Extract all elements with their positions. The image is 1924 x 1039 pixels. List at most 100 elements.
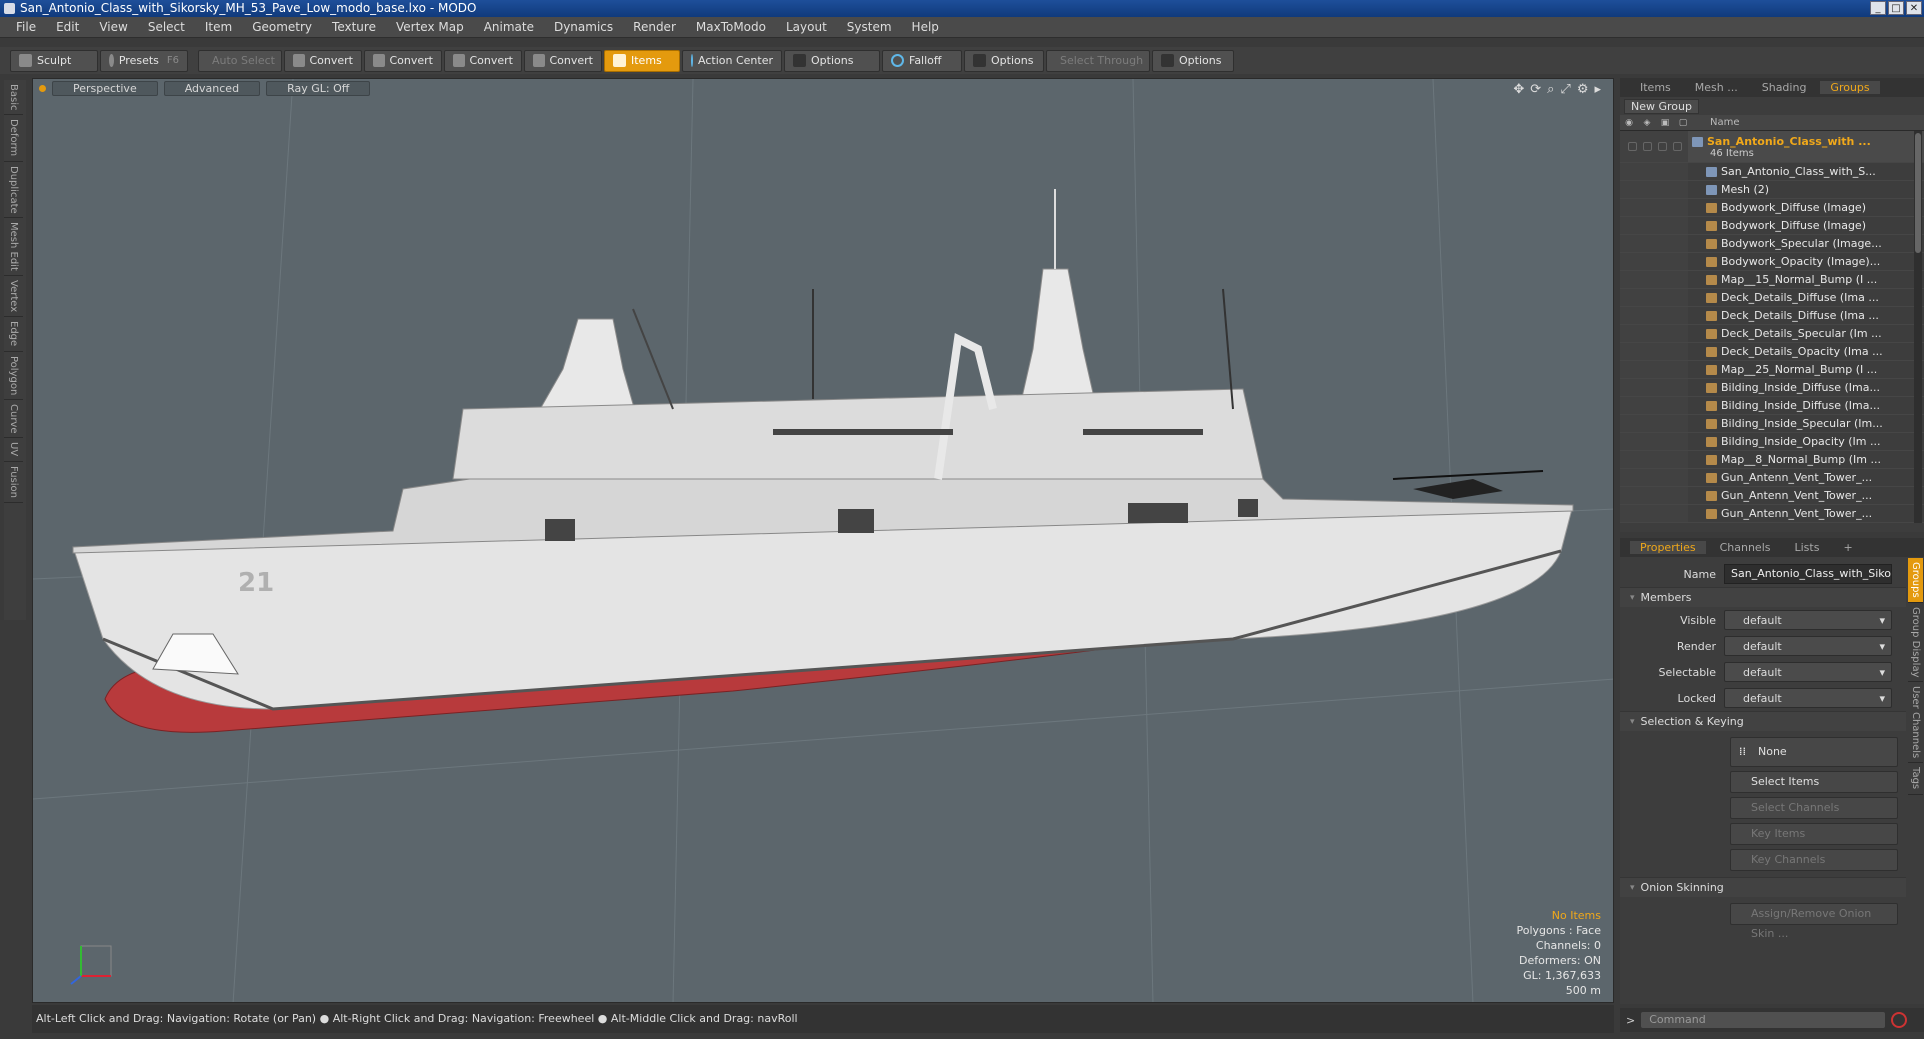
group-child-row[interactable]: Deck_Details_Opacity (Ima ... <box>1620 343 1924 361</box>
action-center-button[interactable]: Action Center <box>682 49 782 72</box>
menu-edit[interactable]: Edit <box>46 20 89 34</box>
group-child-row[interactable]: Bodywork_Diffuse (Image) <box>1620 199 1924 217</box>
view-type-button[interactable]: Perspective <box>52 80 158 96</box>
key-channels-button[interactable]: Key Channels <box>1730 849 1898 871</box>
tab-channels[interactable]: Channels <box>1710 541 1781 554</box>
zoom-icon[interactable]: ⌕ <box>1547 82 1554 97</box>
menu-maxtomodo[interactable]: MaxToModo <box>686 20 776 34</box>
menu-help[interactable]: Help <box>902 20 949 34</box>
group-child-row[interactable]: Map__25_Normal_Bump (I ... <box>1620 361 1924 379</box>
group-child-row[interactable]: Gun_Antenn_Vent_Tower_... <box>1620 487 1924 505</box>
close-button[interactable]: ✕ <box>1906 1 1922 15</box>
raygl-button[interactable]: Ray GL: Off <box>266 80 371 96</box>
render-dropdown[interactable]: default ▾ <box>1724 636 1892 656</box>
tab-shading[interactable]: Shading <box>1752 81 1817 94</box>
menu-geometry[interactable]: Geometry <box>242 20 322 34</box>
group-child-row[interactable]: Mesh (2) <box>1620 181 1924 199</box>
tab-vertex[interactable]: Vertex <box>4 276 23 318</box>
group-child-row[interactable]: Map__15_Normal_Bump (I ... <box>1620 271 1924 289</box>
menu-file[interactable]: File <box>6 20 46 34</box>
maximize-icon[interactable]: ⤢ <box>1560 82 1570 97</box>
onion-skinning-section[interactable]: Onion Skinning <box>1620 877 1906 897</box>
key-items-button[interactable]: Key Items <box>1730 823 1898 845</box>
3d-viewport[interactable]: 21 Perspective Advanced Ray GL: Off ✥ ⟳ … <box>32 78 1614 1003</box>
members-section[interactable]: Members <box>1620 587 1906 607</box>
menu-render[interactable]: Render <box>623 20 686 34</box>
group-child-row[interactable]: Bilding_Inside_Specular (Im... <box>1620 415 1924 433</box>
side-tab-user-channels[interactable]: User Channels <box>1908 682 1923 764</box>
tab-properties[interactable]: Properties <box>1630 541 1706 554</box>
group-child-row[interactable]: Gun_Antenn_Vent_Tower_... <box>1620 505 1924 523</box>
pan-icon[interactable]: ✥ <box>1513 82 1524 97</box>
tab-fusion[interactable]: Fusion <box>4 462 23 503</box>
presets-button[interactable]: Presets F6 <box>100 49 188 72</box>
rotate-icon[interactable]: ⟳ <box>1530 82 1541 97</box>
falloff-button[interactable]: Falloff <box>882 49 962 72</box>
tab-deform[interactable]: Deform <box>4 115 23 162</box>
side-tab-tags[interactable]: Tags <box>1908 763 1923 795</box>
tab-curve[interactable]: Curve <box>4 400 23 439</box>
record-macro-icon[interactable] <box>1891 1012 1908 1028</box>
tab-items[interactable]: Items <box>1630 81 1681 94</box>
convert-materials-button[interactable]: Convert <box>524 49 602 72</box>
select-options-button[interactable]: Options <box>1152 49 1234 72</box>
tab-basic[interactable]: Basic <box>4 80 23 116</box>
menu-select[interactable]: Select <box>138 20 195 34</box>
sculpt-button[interactable]: Sculpt <box>10 49 98 72</box>
tab-mesh-edit[interactable]: Mesh Edit <box>4 218 23 277</box>
tree-scrollbar[interactable] <box>1914 131 1922 523</box>
group-child-row[interactable]: Bilding_Inside_Diffuse (Ima... <box>1620 379 1924 397</box>
group-child-row[interactable]: Deck_Details_Diffuse (Ima ... <box>1620 307 1924 325</box>
group-child-row[interactable]: Gun_Antenn_Vent_Tower_... <box>1620 469 1924 487</box>
shading-mode-button[interactable]: Advanced <box>163 80 261 96</box>
items-mode-button[interactable]: Items <box>604 49 680 72</box>
new-group-button[interactable]: New Group <box>1624 98 1699 114</box>
visible-dropdown[interactable]: default ▾ <box>1724 610 1892 630</box>
auto-select-button[interactable]: Auto Select <box>198 49 282 72</box>
group-root-row[interactable]: San_Antonio_Class_with ... 46 Items <box>1620 131 1924 163</box>
selectable-dropdown[interactable]: default ▾ <box>1724 662 1892 682</box>
group-child-row[interactable]: Bodywork_Opacity (Image)... <box>1620 253 1924 271</box>
action-center-options-button[interactable]: Options <box>784 49 880 72</box>
group-child-row[interactable]: Map__8_Normal_Bump (Im ... <box>1620 451 1924 469</box>
command-input[interactable]: Command <box>1641 1012 1886 1028</box>
selection-keying-section[interactable]: Selection & Keying <box>1620 711 1906 731</box>
group-child-row[interactable]: Bodywork_Specular (Image... <box>1620 235 1924 253</box>
group-child-row[interactable]: Bilding_Inside_Opacity (Im ... <box>1620 433 1924 451</box>
viewport-menu-dot[interactable] <box>39 84 46 92</box>
falloff-options-button[interactable]: Options <box>964 49 1044 72</box>
tab-mesh[interactable]: Mesh ... <box>1685 81 1748 94</box>
convert-edges-button[interactable]: Convert <box>364 49 442 72</box>
select-through-button[interactable]: Select Through <box>1046 49 1150 72</box>
menu-system[interactable]: System <box>837 20 902 34</box>
group-child-row[interactable]: San_Antonio_Class_with_S... <box>1620 163 1924 181</box>
tab-polygon[interactable]: Polygon <box>4 352 23 400</box>
select-channels-button[interactable]: Select Channels <box>1730 797 1898 819</box>
menu-dynamics[interactable]: Dynamics <box>544 20 623 34</box>
convert-vertices-button[interactable]: Convert <box>284 49 362 72</box>
none-preset-button[interactable]: ⁞⁞ None <box>1730 737 1898 767</box>
tab-lists[interactable]: Lists <box>1785 541 1830 554</box>
name-column-header[interactable]: Name <box>1692 117 1740 128</box>
menu-animate[interactable]: Animate <box>474 20 544 34</box>
locked-dropdown[interactable]: default ▾ <box>1724 688 1892 708</box>
group-name-field[interactable]: San_Antonio_Class_with_Sikorsk <box>1724 564 1892 584</box>
menu-texture[interactable]: Texture <box>322 20 386 34</box>
menu-layout[interactable]: Layout <box>776 20 837 34</box>
menu-item[interactable]: Item <box>195 20 242 34</box>
tab-edge[interactable]: Edge <box>4 317 23 352</box>
tab-duplicate[interactable]: Duplicate <box>4 162 23 219</box>
group-child-row[interactable]: Bilding_Inside_Diffuse (Ima... <box>1620 397 1924 415</box>
group-child-row[interactable]: Deck_Details_Diffuse (Ima ... <box>1620 289 1924 307</box>
maximize-button[interactable]: □ <box>1888 1 1904 15</box>
assign-onion-skin-button[interactable]: Assign/Remove Onion Skin ... <box>1730 903 1898 940</box>
side-tab-groups[interactable]: Groups <box>1908 558 1923 603</box>
tree-scroll-thumb[interactable] <box>1915 133 1921 253</box>
add-tab-icon[interactable]: + <box>1833 541 1862 554</box>
minimize-button[interactable]: _ <box>1870 1 1886 15</box>
side-tab-group-display[interactable]: Group Display <box>1908 603 1923 683</box>
menu-vertex-map[interactable]: Vertex Map <box>386 20 474 34</box>
select-items-button[interactable]: Select Items <box>1730 771 1898 793</box>
group-child-row[interactable]: Deck_Details_Specular (Im ... <box>1620 325 1924 343</box>
menu-view[interactable]: View <box>89 20 137 34</box>
